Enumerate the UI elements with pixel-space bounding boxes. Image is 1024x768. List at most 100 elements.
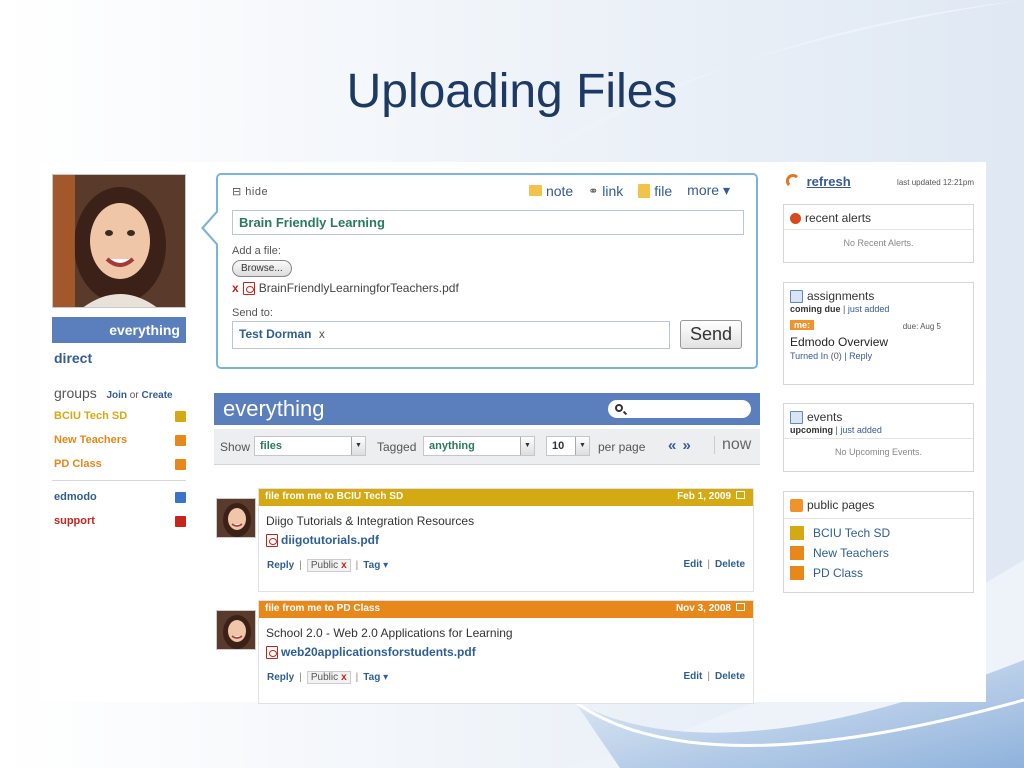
sidebar-item-support[interactable]: support xyxy=(54,515,186,527)
reply-link[interactable]: Reply xyxy=(849,351,872,361)
delete-link[interactable]: Delete xyxy=(715,559,745,570)
next-page-button[interactable]: » xyxy=(683,437,692,454)
feed-filter-bar: Show files ▼ Tagged anything ▼ 10 ▼ per … xyxy=(214,429,760,465)
edit-icon[interactable] xyxy=(175,516,186,527)
reply-link[interactable]: Reply xyxy=(267,560,294,571)
public-tag[interactable]: Public x xyxy=(306,671,351,684)
refresh-row: refresh last updated 12:21pm xyxy=(786,174,974,189)
rss-icon xyxy=(790,498,803,512)
public-pages-panel: public pages BCIU Tech SD New Teachers P… xyxy=(783,491,974,593)
group-label: BCIU Tech SD xyxy=(54,410,128,422)
post-file-link[interactable]: diigotutorials.pdf xyxy=(266,533,379,547)
post-avatar[interactable] xyxy=(216,610,256,650)
prev-page-button[interactable]: « xyxy=(668,437,677,454)
post-avatar[interactable] xyxy=(216,498,256,538)
recipient-chip: Test Dorman xyxy=(239,327,312,341)
edit-group-icon[interactable] xyxy=(175,459,186,470)
send-to-label: Send to: xyxy=(232,307,273,319)
sidebar-group-bciu[interactable]: BCIU Tech SD xyxy=(54,410,186,422)
create-group-link[interactable]: Create xyxy=(141,390,172,401)
coming-due-tab[interactable]: coming due xyxy=(790,304,841,314)
pager: « » xyxy=(668,437,692,454)
tab-file[interactable]: file xyxy=(638,183,672,199)
profile-avatar[interactable] xyxy=(52,174,186,308)
owner-badge: me: xyxy=(790,320,815,330)
tag-link[interactable]: Tag ▾ xyxy=(363,672,388,683)
turned-in-link[interactable]: Turned In xyxy=(790,351,828,361)
public-page-item[interactable]: PD Class xyxy=(784,563,973,583)
edit-link[interactable]: Edit xyxy=(683,559,702,570)
browse-button[interactable]: Browse... xyxy=(232,260,292,277)
post-actions: Reply | Public x | Tag ▾ xyxy=(267,559,389,572)
pdf-icon xyxy=(266,533,278,547)
sidebar-group-new-teachers[interactable]: New Teachers xyxy=(54,434,186,446)
group-color-swatch xyxy=(790,526,804,540)
per-page-label: per page xyxy=(598,440,646,454)
reply-link[interactable]: Reply xyxy=(267,672,294,683)
refresh-link[interactable]: refresh xyxy=(807,174,851,189)
just-added-tab[interactable]: just added xyxy=(840,425,882,435)
panel-title: events xyxy=(807,410,843,424)
upcoming-tab[interactable]: upcoming xyxy=(790,425,833,435)
sidebar-group-pd-class[interactable]: PD Class xyxy=(54,458,186,470)
panel-title: assignments xyxy=(807,289,875,303)
or-label: or xyxy=(129,390,139,401)
avatar-photo-icon xyxy=(217,499,255,537)
group-color-swatch xyxy=(790,546,804,560)
send-button[interactable]: Send xyxy=(680,320,742,349)
groups-header: groups Join or Create xyxy=(54,385,188,401)
feed-title: everything xyxy=(223,396,325,421)
now-button[interactable]: now xyxy=(714,436,751,454)
edit-group-icon[interactable] xyxy=(175,435,186,446)
chevron-down-icon: ▼ xyxy=(575,437,589,455)
group-label: PD Class xyxy=(54,458,102,470)
show-label: Show xyxy=(220,440,251,454)
add-file-label: Add a file: xyxy=(232,245,281,257)
remove-public-icon[interactable]: x xyxy=(341,672,347,683)
post-edit-actions: Edit | Delete xyxy=(683,559,745,570)
post-actions: Reply | Public x | Tag ▾ xyxy=(267,671,389,684)
send-to-input[interactable]: Test Dorman x xyxy=(232,321,670,349)
tab-more[interactable]: more ▾ xyxy=(687,182,730,199)
post-header-text: file from me to BCIU Tech SD xyxy=(265,491,404,502)
panel-title: public pages xyxy=(807,498,875,512)
remove-file-icon[interactable]: x xyxy=(232,281,239,295)
expand-icon[interactable] xyxy=(736,491,745,499)
remove-recipient-icon[interactable]: x xyxy=(319,327,325,341)
note-icon xyxy=(528,185,542,196)
calendar-icon xyxy=(790,410,803,424)
nav-everything[interactable]: everything xyxy=(52,317,186,343)
assignment-item[interactable]: me: due: Aug 5 Edmodo Overview Turned In… xyxy=(784,316,973,365)
show-select[interactable]: files ▼ xyxy=(254,436,366,456)
hide-composer-link[interactable]: ⊟ hide xyxy=(232,185,268,198)
remove-public-icon[interactable]: x xyxy=(341,560,347,571)
edit-link[interactable]: Edit xyxy=(683,671,702,682)
due-date: due: Aug 5 xyxy=(902,322,941,331)
join-group-link[interactable]: Join xyxy=(106,390,127,401)
post-title-input[interactable]: Brain Friendly Learning xyxy=(232,210,744,235)
tab-note[interactable]: note xyxy=(528,183,573,199)
sidebar-item-edmodo[interactable]: edmodo xyxy=(54,491,186,503)
attached-file-name: BrainFriendlyLearningforTeachers.pdf xyxy=(258,281,459,295)
edit-group-icon[interactable] xyxy=(175,411,186,422)
search-input[interactable] xyxy=(608,400,751,418)
post-header-text: file from me to PD Class xyxy=(265,603,381,614)
group-label: New Teachers xyxy=(54,434,128,446)
tagged-select[interactable]: anything ▼ xyxy=(423,436,535,456)
per-page-select[interactable]: 10 ▼ xyxy=(546,436,590,456)
chevron-down-icon: ▼ xyxy=(351,437,365,455)
edit-icon[interactable] xyxy=(175,492,186,503)
tag-link[interactable]: Tag ▾ xyxy=(363,560,388,571)
tab-link[interactable]: ⚭ link xyxy=(588,183,623,199)
expand-icon[interactable] xyxy=(736,603,745,611)
public-tag[interactable]: Public x xyxy=(306,559,351,572)
slide-title: Uploading Files xyxy=(346,65,678,118)
empty-message: No Recent Alerts. xyxy=(843,238,914,248)
public-page-item[interactable]: New Teachers xyxy=(784,543,973,563)
post-file-link[interactable]: web20applicationsforstudents.pdf xyxy=(266,645,476,659)
public-page-item[interactable]: BCIU Tech SD xyxy=(784,523,973,543)
groups-label: groups xyxy=(54,385,97,401)
just-added-tab[interactable]: just added xyxy=(848,304,890,314)
nav-direct[interactable]: direct xyxy=(54,350,92,366)
delete-link[interactable]: Delete xyxy=(715,671,745,682)
